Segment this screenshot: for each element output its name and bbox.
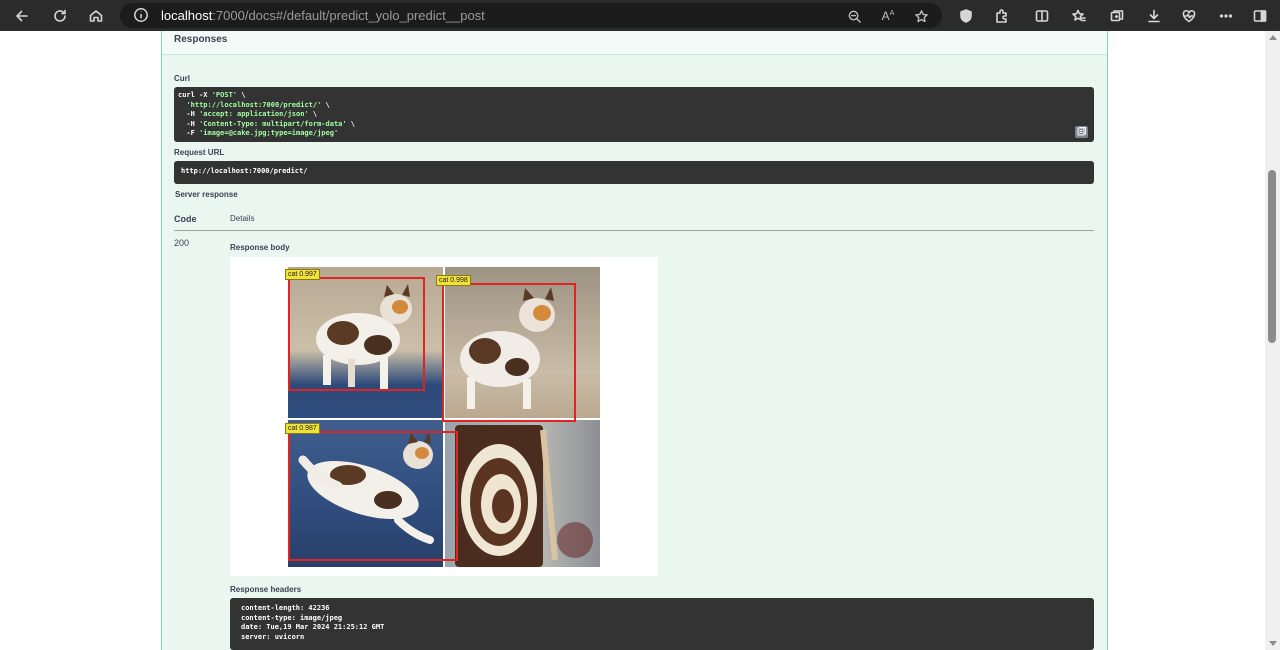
refresh-icon[interactable]	[48, 4, 72, 28]
responses-header: Responses	[162, 31, 1107, 55]
detection-label-3: cat 0.987	[285, 423, 320, 434]
curl-string: 'Content-Type: multipart/form-data'	[199, 119, 347, 128]
curl-string: 'accept: application/json'	[199, 110, 309, 118]
curl-line: -H 'Content-Type: multipart/form-data' \	[178, 120, 1090, 130]
url-path: :7000/docs#/default/predict_yolo_predict…	[212, 8, 485, 23]
header-line: content-type: image/jpeg	[241, 613, 343, 622]
detection-box-2	[442, 283, 576, 422]
downloads-icon[interactable]	[1142, 4, 1166, 28]
curl-line: -H 'accept: application/json' \	[178, 110, 1090, 120]
details-column-header: Details	[230, 214, 255, 223]
url-host: localhost	[161, 8, 213, 23]
home-icon[interactable]	[84, 4, 108, 28]
favorites-icon[interactable]	[1067, 4, 1091, 28]
sidebar-toggle-icon[interactable]	[1248, 4, 1272, 28]
curl-continuation: \	[237, 91, 246, 99]
header-line: content-length: 42236	[241, 604, 330, 612]
curl-continuation: \	[321, 100, 330, 109]
curl-continuation: \	[346, 119, 356, 128]
curl-token: -F	[178, 129, 200, 137]
detection-label-1: cat 0.997	[285, 269, 320, 280]
curl-token: -H	[178, 119, 200, 128]
site-info-icon[interactable]	[133, 7, 149, 23]
zoom-icon[interactable]	[844, 6, 864, 26]
response-body-label: Response body	[230, 243, 290, 252]
detection-box-3	[288, 431, 458, 561]
curl-string: 'image=@cake.jpg;type=image/jpeg'	[199, 129, 339, 137]
curl-lines: curl -X 'POST' \ 'http://localhost:7000/…	[178, 91, 1090, 139]
curl-label: Curl	[174, 74, 190, 83]
curl-code-block: curl -X 'POST' \ 'http://localhost:7000/…	[174, 87, 1094, 142]
address-bar[interactable]: localhost:7000/docs#/default/predict_yol…	[120, 3, 942, 28]
read-aloud-icon[interactable]: AA	[878, 6, 898, 26]
shield-extension-icon[interactable]	[954, 4, 978, 28]
more-menu-icon[interactable]	[1214, 4, 1238, 28]
collections-icon[interactable]	[1105, 4, 1129, 28]
detection-box-1	[288, 277, 425, 391]
back-arrow-icon[interactable]	[10, 4, 34, 28]
curl-line: 'http://localhost:7000/predict/' \	[178, 101, 1090, 111]
browser-toolbar: localhost:7000/docs#/default/predict_yol…	[0, 0, 1280, 31]
header-line: server: uvicorn	[241, 632, 305, 641]
url-text[interactable]: localhost:7000/docs#/default/predict_yol…	[161, 8, 485, 23]
scroll-down-arrow-icon[interactable]	[1269, 641, 1277, 646]
curl-string: 'http://localhost:7000/predict/'	[186, 100, 322, 109]
request-url-block: http://localhost:7000/predict/	[174, 161, 1094, 184]
curl-line: curl -X 'POST' \	[178, 91, 1090, 101]
operation-panel: Responses Curl curl -X 'POST' \ 'http://…	[161, 31, 1108, 650]
response-headers-label: Response headers	[230, 585, 302, 594]
code-column-header: Code	[174, 214, 197, 224]
copy-to-clipboard-icon[interactable]	[1075, 126, 1088, 138]
curl-continuation: \	[308, 110, 318, 118]
curl-token: -H	[178, 110, 200, 118]
prediction-mosaic: cat 0.997 cat 0.998 cat 0.987	[285, 267, 600, 567]
split-screen-icon[interactable]	[1030, 4, 1054, 28]
request-url-value: http://localhost:7000/predict/	[181, 167, 308, 175]
detection-label-2: cat 0.998	[436, 275, 471, 286]
table-header-divider	[174, 230, 1094, 231]
browser-essentials-icon[interactable]	[1177, 4, 1201, 28]
cake-photo	[445, 420, 600, 567]
curl-string: 'POST'	[211, 91, 238, 99]
scroll-up-arrow-icon[interactable]	[1269, 35, 1277, 40]
response-headers-block: content-length: 42236 content-type: imag…	[230, 598, 1094, 650]
swagger-page: Responses Curl curl -X 'POST' \ 'http://…	[0, 31, 1265, 650]
curl-token: curl -X	[178, 91, 212, 99]
status-code: 200	[174, 238, 190, 248]
server-response-label: Server response	[175, 190, 238, 199]
responses-title: Responses	[174, 34, 228, 45]
header-line: date: Tue,19 Mar 2024 21:25:12 GMT	[241, 623, 385, 631]
response-image: cat 0.997 cat 0.998 cat 0.987	[230, 257, 658, 576]
request-url-label: Request URL	[174, 148, 225, 157]
page-scrollbar[interactable]	[1265, 31, 1280, 650]
curl-line: -F 'image=@cake.jpg;type=image/jpeg'	[178, 129, 1090, 139]
favorite-star-icon[interactable]	[911, 6, 931, 26]
scrollbar-thumb[interactable]	[1268, 170, 1276, 343]
extensions-puzzle-icon[interactable]	[990, 4, 1014, 28]
